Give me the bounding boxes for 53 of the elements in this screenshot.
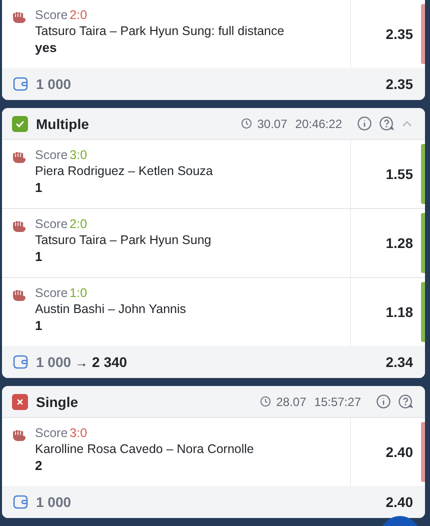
bet-time: 15:57:27 xyxy=(314,394,361,408)
fist-icon xyxy=(11,287,27,303)
stake-amount: 1 000 xyxy=(36,354,72,370)
arrow-sign: → xyxy=(75,354,88,370)
payout-amount: 2 340 xyxy=(92,354,128,370)
bet-time: 20:46:22 xyxy=(295,116,342,130)
bet-pick: 1 xyxy=(35,249,44,264)
odds-value: 1.18 xyxy=(386,304,413,320)
fist-icon xyxy=(11,9,27,25)
bet-date: 28.07 xyxy=(276,394,306,408)
total-odds: 2.40 xyxy=(386,494,413,510)
score-value: 1:0 xyxy=(70,286,88,300)
bet-pick: 1 xyxy=(35,318,44,333)
info-icon[interactable] xyxy=(376,394,391,409)
total-odds: 2.34 xyxy=(386,354,413,370)
odds-value: 2.40 xyxy=(386,444,413,460)
score-label: Score xyxy=(35,148,68,162)
score-value: 2:0 xyxy=(70,8,88,22)
bet-pick: 1 xyxy=(35,180,44,195)
clock-icon xyxy=(260,396,272,407)
bet-pick: 2 xyxy=(35,458,44,473)
wallet-icon xyxy=(13,495,28,509)
odds-value: 2.35 xyxy=(386,26,413,42)
score-label: Score xyxy=(35,8,68,22)
score-label: Score xyxy=(35,217,68,231)
stake-amount: 1 000 xyxy=(36,76,72,92)
help-icon[interactable] xyxy=(398,394,413,409)
event-name: Karolline Rosa Cavedo – Nora Cornolle xyxy=(35,442,254,456)
bet-type: Single xyxy=(36,394,78,410)
odds-value: 1.28 xyxy=(386,235,413,251)
score-value: 2:0 xyxy=(70,217,88,231)
score-label: Score xyxy=(35,426,68,440)
bet-date: 30.07 xyxy=(257,116,288,130)
event-name: Tatsuro Taira – Park Hyun Sung: full distance xyxy=(35,24,284,38)
clock-icon xyxy=(241,118,252,129)
wallet-icon xyxy=(13,355,28,369)
score-value: 3:0 xyxy=(70,148,88,162)
event-name: Tatsuro Taira – Park Hyun Sung xyxy=(35,233,212,247)
wallet-icon xyxy=(13,77,28,91)
stake-amount: 1 000 xyxy=(36,494,72,510)
total-odds: 2.35 xyxy=(386,76,413,92)
fist-icon xyxy=(11,427,27,443)
event-name: Piera Rodriguez – Ketlen Souza xyxy=(35,164,213,178)
score-label: Score xyxy=(35,286,68,300)
event-name: Austin Bashi – John Yannis xyxy=(35,302,186,316)
score-value: 3:0 xyxy=(70,426,88,440)
bet-pick: yes xyxy=(35,40,58,55)
fist-icon xyxy=(11,218,27,234)
bet-type: Multiple xyxy=(36,116,89,132)
odds-value: 1.55 xyxy=(386,166,413,182)
info-icon[interactable] xyxy=(357,116,372,131)
fist-icon xyxy=(11,149,27,165)
help-icon[interactable] xyxy=(379,116,394,131)
